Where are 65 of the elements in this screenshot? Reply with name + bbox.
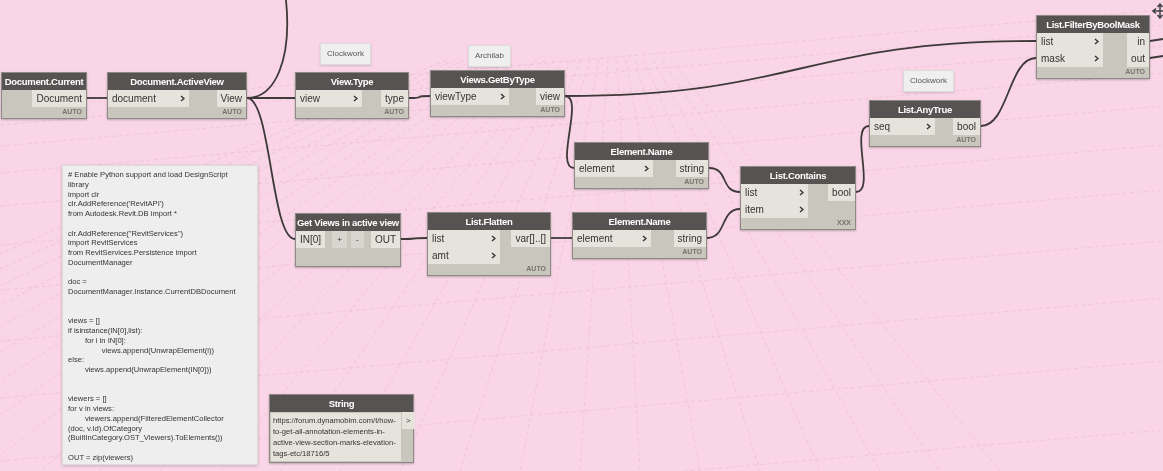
chevron-icon <box>799 189 804 196</box>
node-title: Element.Name <box>575 143 708 160</box>
input-port[interactable]: amt <box>428 247 500 264</box>
input-port[interactable]: element <box>575 160 653 177</box>
output-port[interactable]: type <box>381 90 408 107</box>
output-port[interactable]: var[]..[] <box>511 230 550 247</box>
input-port[interactable]: view <box>296 90 362 107</box>
output-port[interactable]: string <box>673 230 706 247</box>
wire <box>550 237 573 239</box>
input-port[interactable]: list <box>428 230 500 247</box>
input-port[interactable]: element <box>573 230 651 247</box>
input-port[interactable]: IN[0] <box>296 231 326 248</box>
chevron-icon <box>799 206 804 213</box>
output-port[interactable]: Document <box>32 90 86 107</box>
output-port[interactable]: OUT <box>370 231 400 248</box>
node-title: List.Flatten <box>428 213 550 230</box>
node-title: List.FilterByBoolMask <box>1037 16 1149 33</box>
chevron-icon <box>500 93 505 100</box>
package-tag: Clockwork <box>320 43 371 65</box>
input-port[interactable]: mask <box>1037 50 1103 67</box>
port-button[interactable]: + <box>332 231 347 248</box>
node-title: Element.Name <box>573 213 706 230</box>
wire <box>706 208 741 239</box>
input-port[interactable]: list <box>1037 33 1103 50</box>
output-port[interactable]: > <box>402 412 415 429</box>
chevron-icon <box>1094 38 1099 45</box>
chevron-icon <box>353 95 358 102</box>
node-title: Document.Current <box>2 73 86 90</box>
wire <box>400 237 428 240</box>
node-title: List.AnyTrue <box>870 101 980 118</box>
wire <box>1149 55 1163 59</box>
chevron-icon <box>926 123 931 130</box>
output-port[interactable]: out <box>1127 50 1149 67</box>
chevron-icon <box>180 95 185 102</box>
node-title: List.Contains <box>741 167 855 184</box>
wire <box>86 97 108 99</box>
chevron-icon <box>644 165 649 172</box>
wire <box>408 95 431 99</box>
chevron-icon <box>491 252 496 259</box>
pan-icon[interactable] <box>1152 3 1163 19</box>
node-title: Views.GetByType <box>431 71 564 88</box>
chevron-icon <box>1094 55 1099 62</box>
output-port[interactable]: bool <box>953 118 980 135</box>
output-port[interactable]: View <box>216 90 246 107</box>
output-port[interactable]: view <box>536 88 564 105</box>
input-port[interactable]: document <box>108 90 189 107</box>
node-title: Get Views in active view <box>296 214 400 231</box>
chevron-icon <box>642 235 647 242</box>
input-port[interactable]: item <box>741 201 808 218</box>
node-title: String <box>270 395 413 412</box>
wire <box>708 167 741 193</box>
input-port[interactable]: seq <box>870 118 935 135</box>
node-title: Document.ActiveView <box>108 73 246 90</box>
output-port[interactable]: string <box>675 160 708 177</box>
output-port[interactable]: in <box>1127 33 1149 50</box>
port-button[interactable]: - <box>351 231 364 248</box>
package-tag: Archilab <box>468 45 511 67</box>
node-title: View.Type <box>296 73 408 90</box>
package-tag: Clockwork <box>903 70 954 92</box>
wire <box>1149 38 1163 42</box>
output-port[interactable]: bool <box>828 184 855 201</box>
input-port[interactable]: list <box>741 184 808 201</box>
chevron-icon <box>491 235 496 242</box>
wire <box>855 125 870 193</box>
input-port[interactable]: viewType <box>431 88 509 105</box>
